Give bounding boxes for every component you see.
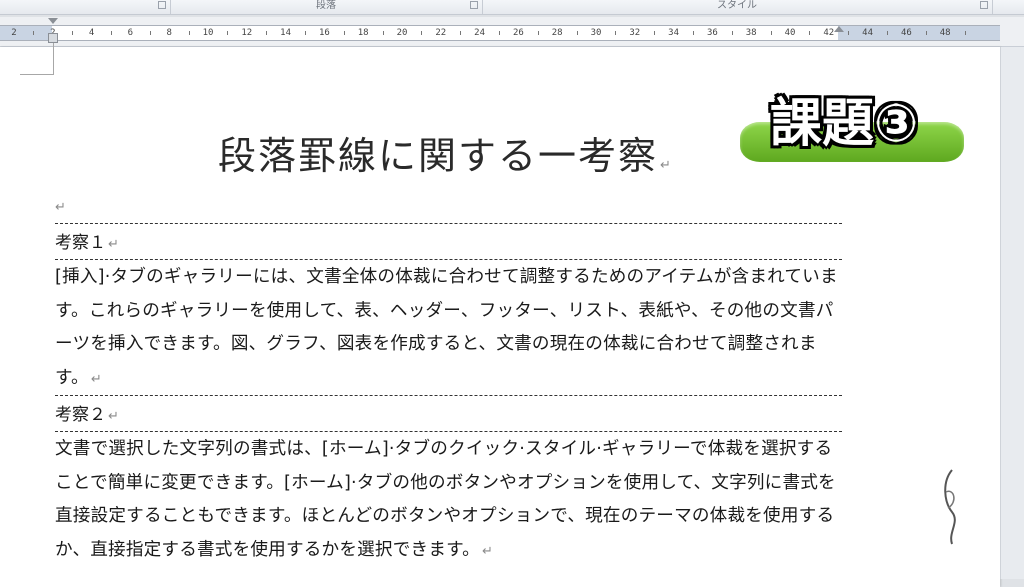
ruler-number: 6: [127, 28, 134, 38]
paragraph-mark-icon: ↵: [90, 371, 102, 387]
ruler-tick: [731, 31, 733, 35]
ruler-number: 30: [590, 28, 602, 38]
ruler-tick: [33, 31, 35, 35]
ruler-number: 42: [823, 28, 835, 38]
paragraph-border-top: [55, 223, 842, 224]
ruler-number: 36: [706, 28, 718, 38]
ruler-tick: [654, 31, 656, 35]
ruler-tick: [693, 31, 694, 35]
ruler-number: 8: [166, 28, 172, 38]
ruler-tick: [576, 31, 578, 35]
ruler-number: 44: [862, 28, 874, 38]
styles-dialog-launcher-icon[interactable]: [980, 1, 988, 9]
ruler-number: 26: [512, 28, 524, 38]
ruler-number: 4: [88, 28, 95, 38]
ribbon-group-font: [0, 0, 171, 14]
margin-signature-icon: [944, 469, 956, 545]
ruler-tick: [848, 31, 850, 35]
ruler-number: 18: [357, 28, 369, 38]
ruler-number: 22: [435, 28, 447, 38]
ruler-number: 14: [280, 28, 292, 38]
ruler-tick: [421, 31, 423, 35]
ruler-tick: [925, 31, 927, 35]
ribbon-group-paragraph-label: 段落: [316, 0, 336, 11]
ruler-tick: [266, 31, 268, 35]
ruler-number: 16: [318, 28, 330, 38]
paragraph-dialog-launcher-icon[interactable]: [470, 1, 478, 9]
ruler-number: 12: [241, 28, 253, 38]
ruler-number: 10: [202, 28, 214, 38]
ruler-tick: [809, 31, 811, 35]
ruler-tick: [149, 31, 151, 35]
ruler-number: 46: [900, 28, 912, 38]
ruler-tick: [343, 31, 345, 35]
paragraph-border-top: [55, 395, 842, 396]
ruler-tick: [887, 31, 888, 35]
section-body[interactable]: 文書で選択した文字列の書式は、[ホーム]·タブのクイック·スタイル·ギャラリーで…: [55, 433, 845, 568]
paragraph-mark-icon: ↵: [660, 158, 673, 173]
paragraph-mark-icon: ↵: [108, 237, 119, 252]
font-dialog-launcher-icon[interactable]: [158, 1, 166, 9]
ruler-left-margin: [0, 26, 52, 40]
ruler-number: 2: [11, 28, 17, 38]
paragraph-mark-icon: ↵: [481, 543, 494, 559]
section-heading[interactable]: 考察２ ↵: [55, 404, 119, 428]
margin-corner-mark: [20, 74, 53, 75]
right-indent-icon[interactable]: [834, 26, 844, 32]
paragraph-border-bottom: [55, 431, 842, 432]
ruler-tick: [615, 31, 617, 35]
ruler-number: 28: [551, 28, 563, 38]
document-title-text: 段落罫線に関する一考察: [218, 134, 659, 178]
ruler-bar[interactable]: 2246810121416182022242628303234363840424…: [0, 25, 1000, 41]
vertical-scrollbar[interactable]: [1000, 47, 1024, 579]
margin-corner-mark-vertical: [53, 43, 54, 75]
paragraph-mark-icon: ↵: [108, 409, 119, 424]
ribbon-group-styles: スタイル: [482, 0, 993, 14]
ribbon-group-styles-label: スタイル: [717, 0, 757, 11]
ruler-number: 24: [474, 28, 486, 38]
ruler-tick: [382, 31, 384, 35]
horizontal-ruler[interactable]: 2246810121416182022242628303234363840424…: [0, 17, 1024, 47]
ruler-tick: [188, 31, 190, 35]
left-indent-icon[interactable]: [48, 33, 58, 43]
ruler-number: 40: [784, 28, 796, 38]
ruler-tick: [227, 31, 229, 35]
first-line-indent-icon[interactable]: [48, 18, 58, 24]
ruler-tick: [499, 31, 500, 35]
ruler-tick: [72, 31, 74, 35]
assignment-badge: 課題③: [770, 94, 919, 154]
section-heading[interactable]: 考察１ ↵: [55, 232, 119, 256]
ruler-tick: [305, 31, 306, 35]
document-title[interactable]: 段落罫線に関する一考察 ↵: [218, 132, 673, 190]
ruler-number: 20: [396, 28, 408, 38]
ruler-number: 32: [629, 28, 641, 38]
ruler-number: 38: [745, 28, 757, 38]
empty-paragraph-mark-icon: ↵: [55, 200, 66, 215]
ribbon-group-bar: 段落 スタイル: [0, 0, 1024, 15]
ruler-number: 34: [668, 28, 680, 38]
ruler-tick: [770, 31, 772, 35]
paragraph-border-bottom: [55, 259, 842, 260]
ruler-tick: [537, 31, 539, 35]
ruler-tick: [460, 31, 462, 35]
ruler-number: 48: [939, 28, 951, 38]
ruler-tick: [964, 31, 966, 35]
section-body[interactable]: [挿入]·タブのギャラリーには、文書全体の体裁に合わせて調整するためのアイテムが…: [55, 261, 845, 396]
ribbon-group-paragraph: 段落: [170, 0, 483, 14]
ruler-tick: [111, 31, 112, 35]
